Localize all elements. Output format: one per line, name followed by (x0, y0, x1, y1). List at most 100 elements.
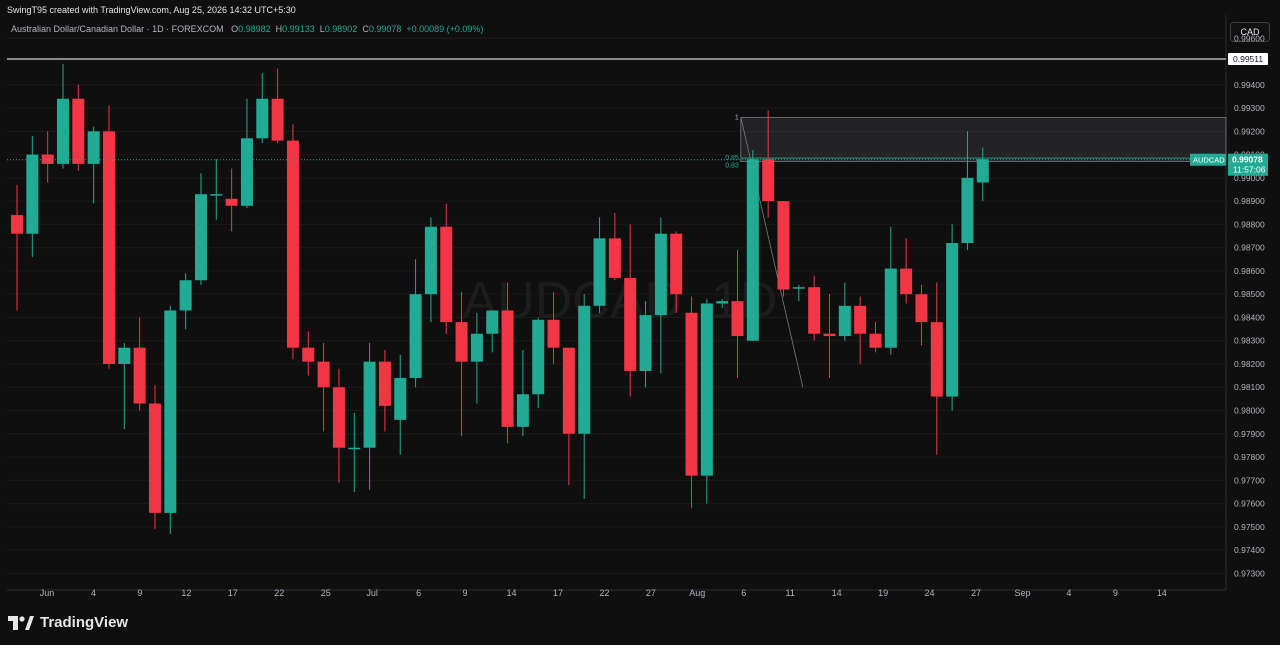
candle-body[interactable] (670, 233, 683, 295)
candle-body[interactable] (900, 268, 913, 295)
candle-body[interactable] (440, 226, 453, 323)
candle-body[interactable] (624, 277, 637, 371)
time-tick-label: 14 (1157, 588, 1167, 598)
candle-body[interactable] (148, 403, 161, 513)
candle-body[interactable] (562, 347, 575, 434)
time-tick-label: 24 (925, 588, 935, 598)
time-tick-label: 14 (832, 588, 842, 598)
candle-body[interactable] (256, 98, 269, 139)
candle-body[interactable] (102, 131, 115, 364)
candle-body[interactable] (762, 159, 775, 202)
fib-level-label: 0.85 (725, 155, 739, 162)
time-tick-label: 27 (646, 588, 656, 598)
candle-body[interactable] (639, 315, 652, 371)
time-tick-label: 17 (553, 588, 563, 598)
candlestick-chart[interactable]: 0.996000.994000.993000.992000.991000.990… (0, 0, 1280, 645)
candle-body[interactable] (378, 361, 391, 406)
candle-body[interactable] (317, 361, 330, 388)
candle-body[interactable] (808, 287, 821, 334)
tradingview-logo-icon (8, 615, 34, 630)
candle-body[interactable] (869, 333, 882, 348)
candle-body[interactable] (823, 333, 836, 337)
candle-body[interactable] (210, 194, 223, 196)
candle-body[interactable] (118, 347, 131, 364)
candle-body[interactable] (716, 301, 729, 304)
candle-body[interactable] (363, 361, 376, 448)
time-tick-label: Aug (689, 588, 705, 598)
candle-body[interactable] (884, 268, 897, 348)
price-tick-label: 0.97300 (1234, 568, 1265, 578)
candle-body[interactable] (731, 301, 744, 337)
candle-body[interactable] (961, 177, 974, 243)
candle-body[interactable] (11, 215, 23, 234)
candle-body[interactable] (26, 154, 39, 234)
time-tick-label: Sep (1014, 588, 1030, 598)
candle-body[interactable] (179, 280, 192, 311)
candle-body[interactable] (348, 447, 361, 450)
candle-body[interactable] (700, 303, 713, 476)
time-tick-label: 22 (274, 588, 284, 598)
price-tick-label: 0.99200 (1234, 126, 1265, 136)
candle-body[interactable] (87, 131, 100, 164)
bar-countdown-label: 11:57:06 (1233, 165, 1266, 175)
time-tick-label: 4 (91, 588, 96, 598)
candle-body[interactable] (240, 138, 253, 206)
candle-body[interactable] (56, 98, 69, 164)
candle-body[interactable] (501, 310, 514, 427)
candle-body[interactable] (194, 194, 207, 281)
price-tick-label: 0.98800 (1234, 219, 1265, 229)
candle-body[interactable] (608, 238, 621, 278)
candle-body[interactable] (547, 319, 560, 348)
time-tick-label: 14 (506, 588, 516, 598)
last-price-label: 0.99078 (1232, 155, 1263, 165)
candle-body[interactable] (225, 198, 238, 206)
candle-body[interactable] (838, 305, 851, 337)
price-tick-label: 0.98200 (1234, 359, 1265, 369)
candle-body[interactable] (854, 305, 867, 334)
time-tick-label: 17 (228, 588, 238, 598)
time-tick-label: Jun (40, 588, 55, 598)
candle-body[interactable] (486, 310, 499, 334)
time-tick-label: 25 (321, 588, 331, 598)
candle-body[interactable] (271, 98, 284, 141)
candle-body[interactable] (470, 333, 483, 362)
candle-body[interactable] (946, 243, 959, 397)
candle-body[interactable] (302, 347, 315, 362)
time-tick-label: 9 (137, 588, 142, 598)
candle-body[interactable] (593, 238, 606, 306)
tradingview-logo[interactable]: TradingView (8, 614, 128, 631)
symbol-price-label: AUDCAD (1193, 156, 1225, 165)
candle-body[interactable] (286, 140, 299, 348)
time-tick-label: 9 (1113, 588, 1118, 598)
candle-body[interactable] (164, 310, 177, 513)
price-tick-label: 0.97400 (1234, 545, 1265, 555)
candle-body[interactable] (976, 159, 989, 183)
candle-body[interactable] (409, 294, 422, 378)
time-tick-label: 12 (181, 588, 191, 598)
zone-rectangle[interactable] (740, 116, 1227, 162)
candle-body[interactable] (578, 305, 591, 434)
candle-body[interactable] (133, 347, 146, 404)
candle-body[interactable] (424, 226, 437, 295)
price-tick-label: 0.98000 (1234, 406, 1265, 416)
candle-body[interactable] (777, 201, 790, 290)
candle-body[interactable] (915, 294, 928, 323)
candle-body[interactable] (455, 322, 468, 362)
candle-body[interactable] (516, 394, 529, 427)
candle-body[interactable] (654, 233, 667, 316)
fib-level-label: 0.83 (725, 162, 739, 169)
candle-body[interactable] (332, 387, 345, 448)
candle-body[interactable] (532, 319, 545, 395)
fib-level-label: 1 (735, 114, 739, 121)
candle-body[interactable] (930, 322, 943, 397)
time-tick-label: 19 (878, 588, 888, 598)
candle-body[interactable] (792, 287, 805, 289)
candle-body[interactable] (72, 98, 85, 164)
price-tick-label: 0.98700 (1234, 243, 1265, 253)
candle-body[interactable] (685, 312, 698, 476)
price-tick-label: 0.98400 (1234, 312, 1265, 322)
candle-body[interactable] (394, 377, 407, 420)
candle-body[interactable] (746, 159, 759, 341)
time-tick-label: 9 (463, 588, 468, 598)
price-tick-label: 0.98300 (1234, 336, 1265, 346)
